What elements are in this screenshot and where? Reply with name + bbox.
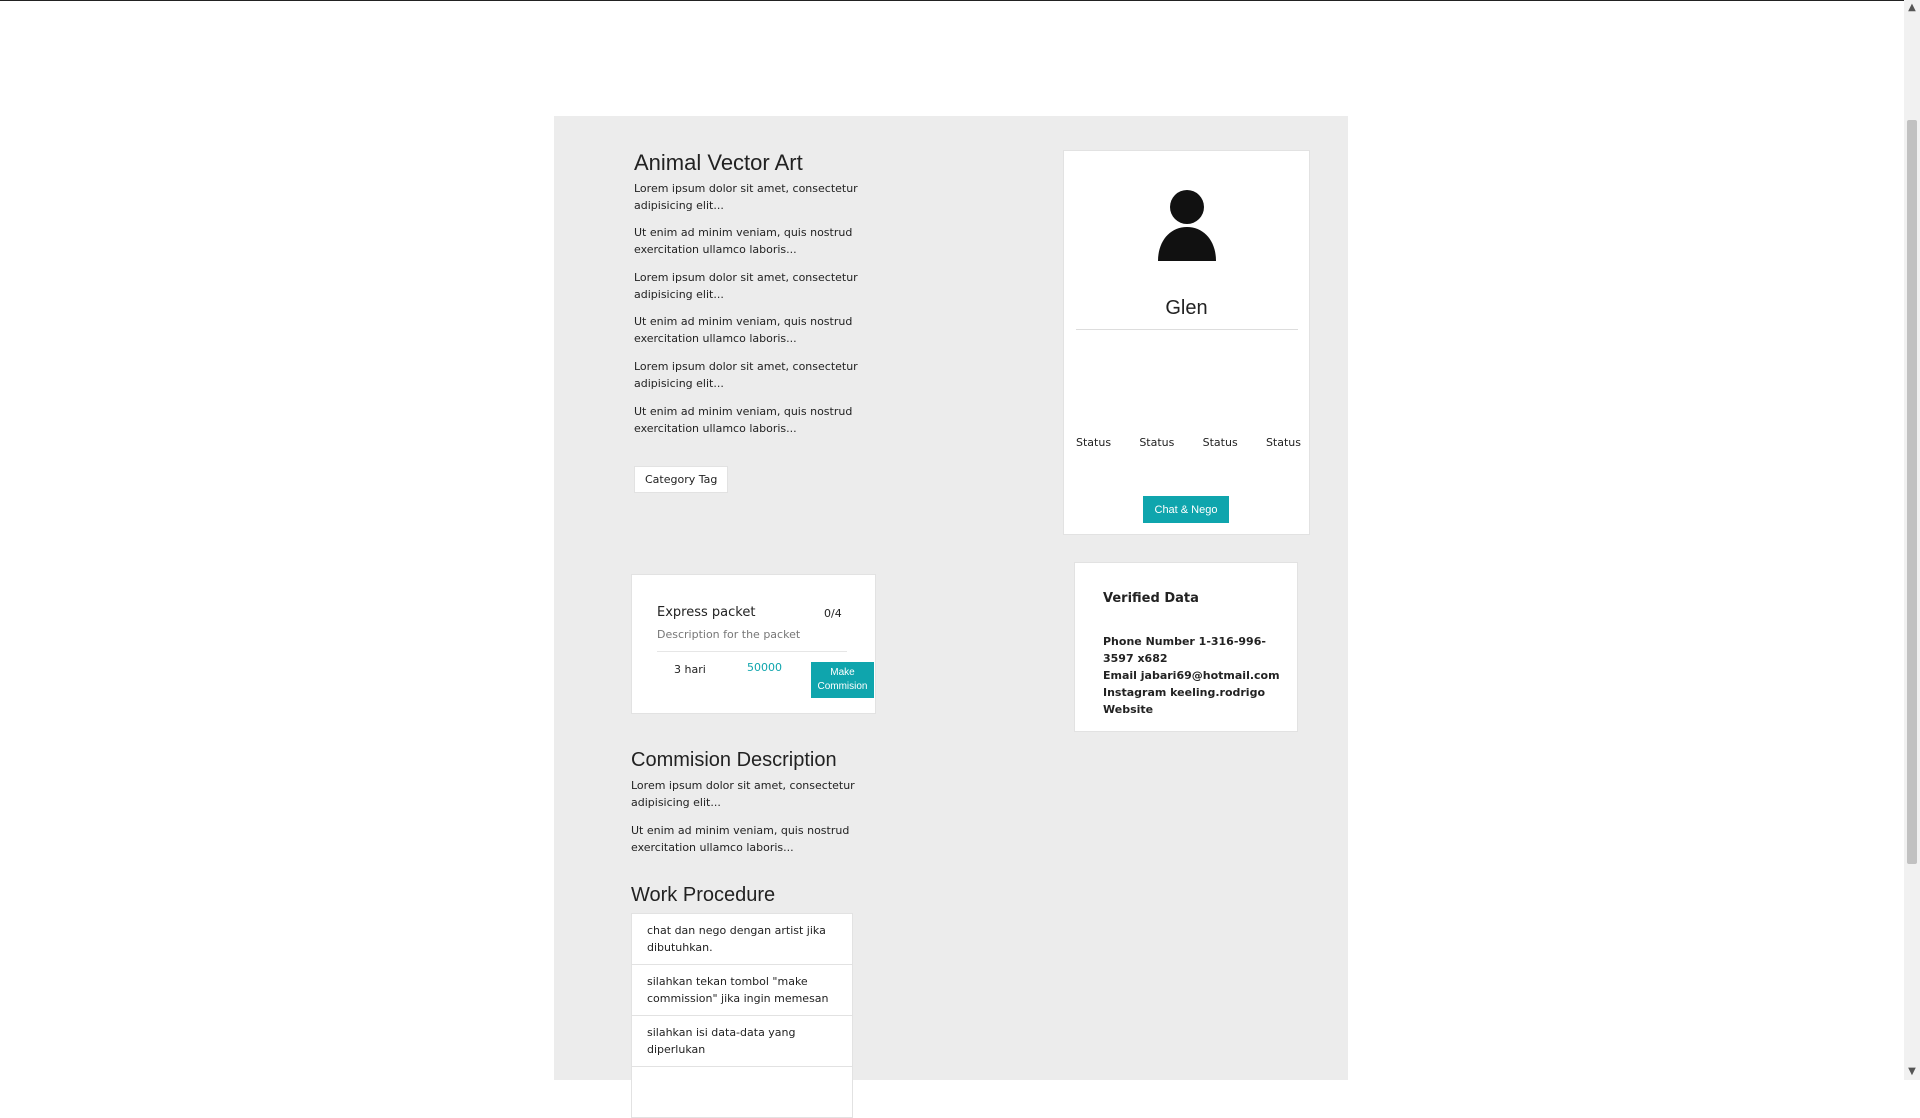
verified-email: Email jabari69@hotmail.com	[1103, 669, 1280, 682]
commission-title: Commision Description	[631, 749, 837, 771]
packet-description: Description for the packet	[657, 628, 801, 641]
verified-instagram: Instagram keeling.rodrigo	[1103, 686, 1266, 699]
artist-profile-card: Glen Status Status Status Status Chat & …	[1063, 150, 1310, 535]
make-commission-button[interactable]: Make Commision	[811, 662, 874, 698]
vertical-scrollbar[interactable]: ▲ ▼	[1904, 0, 1920, 1080]
procedure-step: silahkan tekan tombol "make commission" …	[632, 965, 852, 1016]
intro-paragraph-2: Ut enim ad minim veniam, quis nostrud ex…	[634, 226, 853, 256]
status-label: Status	[1139, 436, 1175, 449]
profile-divider	[1076, 329, 1298, 330]
top-border	[0, 0, 1904, 1]
verified-title: Verified Data	[1103, 591, 1199, 606]
page-title: Animal Vector Art	[634, 150, 803, 175]
status-label: Status	[1076, 436, 1112, 449]
artist-name: Glen	[1165, 297, 1208, 319]
packet-divider	[657, 651, 847, 652]
main-panel: Animal Vector Art Lorem ipsum dolor sit …	[554, 116, 1348, 1118]
packet-name: Express packet	[657, 605, 756, 620]
procedure-step: chat dan nego dengan artist jika dibutuh…	[632, 914, 852, 965]
status-label: Status	[1202, 436, 1238, 449]
verified-phone: Phone Number 1-316-996-3597 x682	[1103, 635, 1266, 665]
packet-card: Express packet 0/4 Description for the p…	[631, 574, 876, 714]
user-silhouette-icon	[1158, 190, 1216, 261]
procedure-title: Work Procedure	[631, 884, 776, 906]
commission-paragraph-1: Lorem ipsum dolor sit amet, consectetur …	[631, 779, 855, 809]
procedure-list: chat dan nego dengan artist jika dibutuh…	[631, 913, 853, 1118]
intro-paragraph-3: Lorem ipsum dolor sit amet, consectetur …	[634, 271, 858, 301]
packet-count: 0/4	[824, 607, 842, 620]
intro-paragraph-1: Lorem ipsum dolor sit amet, consectetur …	[634, 182, 858, 212]
commission-paragraph-2: Ut enim ad minim veniam, quis nostrud ex…	[631, 824, 850, 854]
packet-price: 50000	[747, 661, 782, 674]
scroll-down-icon[interactable]: ▼	[1904, 1064, 1920, 1080]
intro-paragraph-4: Ut enim ad minim veniam, quis nostrud ex…	[634, 315, 853, 345]
category-tag[interactable]: Category Tag	[634, 466, 729, 493]
status-label: Status	[1265, 436, 1301, 449]
verified-data-card: Verified Data Phone Number 1-316-996-359…	[1074, 562, 1298, 732]
intro-paragraph-6: Ut enim ad minim veniam, quis nostrud ex…	[634, 405, 853, 435]
scroll-thumb[interactable]	[1907, 120, 1917, 864]
scroll-up-icon[interactable]: ▲	[1904, 0, 1920, 16]
verified-website: Website	[1103, 703, 1154, 716]
chat-nego-button[interactable]: Chat & Nego	[1143, 496, 1229, 523]
procedure-step	[632, 1067, 852, 1117]
packet-duration: 3 hari	[674, 663, 706, 676]
procedure-step: silahkan isi data-data yang diperlukan	[632, 1016, 852, 1067]
intro-paragraph-5: Lorem ipsum dolor sit amet, consectetur …	[634, 360, 858, 390]
status-row: Status Status Status Status	[1076, 436, 1301, 449]
